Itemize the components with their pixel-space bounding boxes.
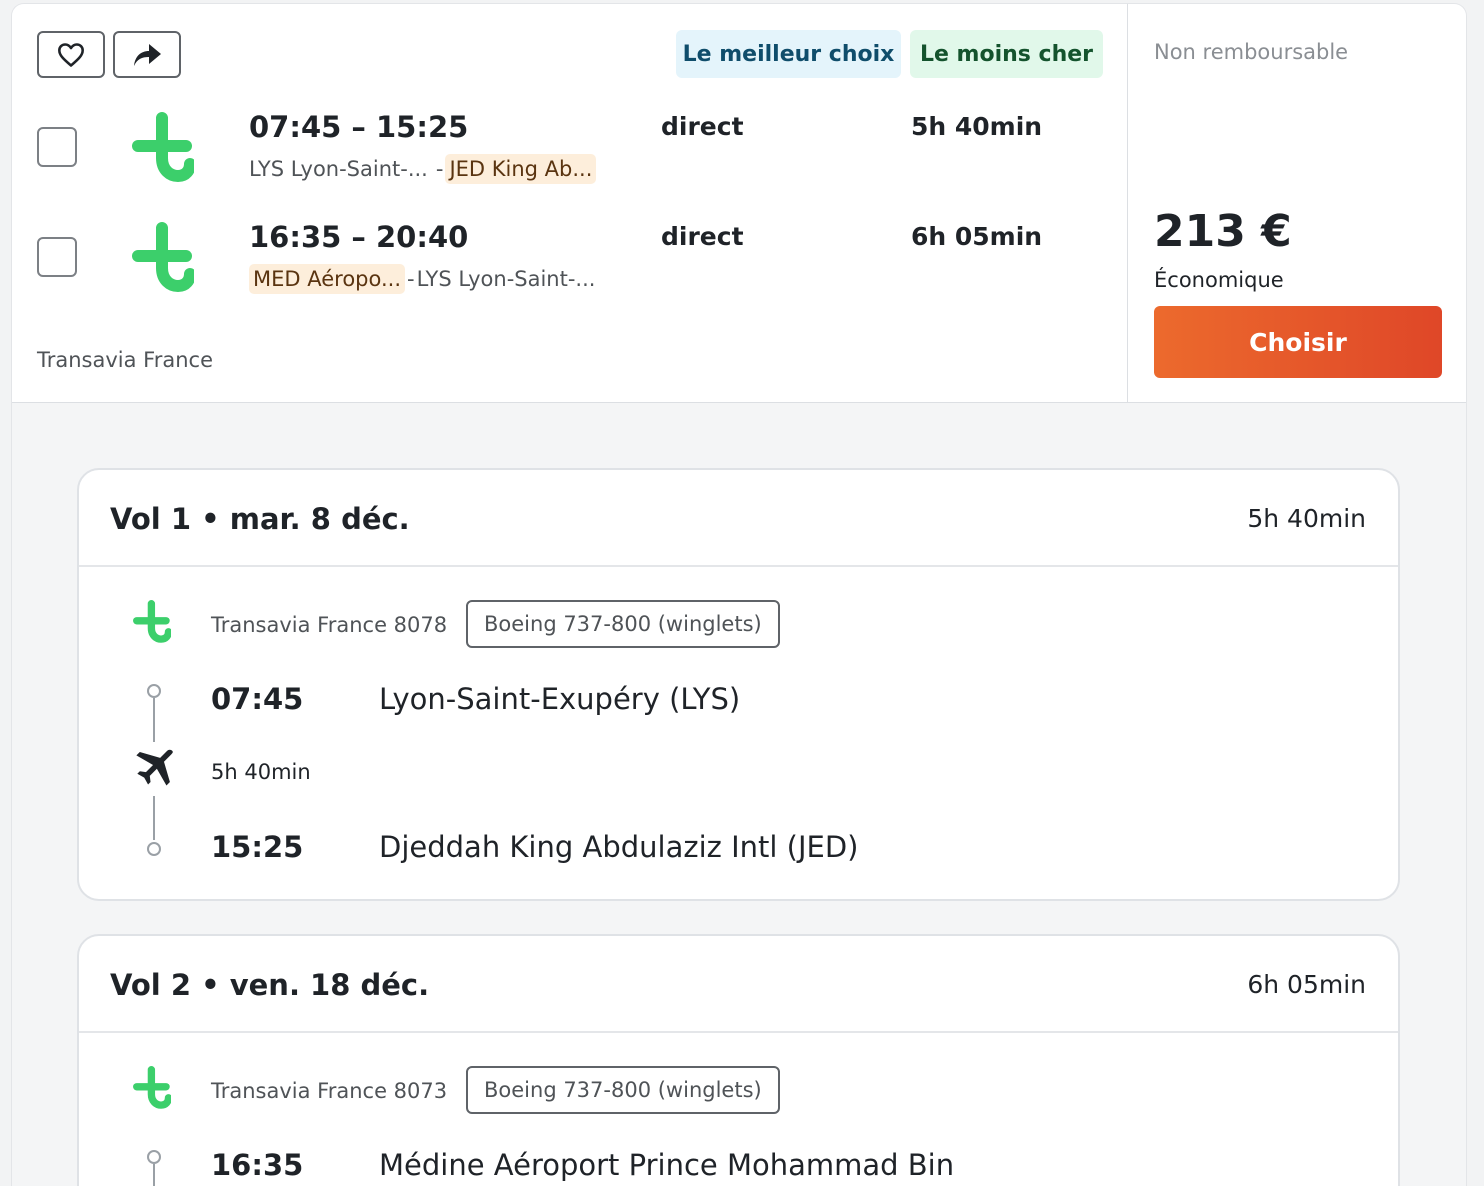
timeline-line xyxy=(153,1164,155,1186)
arrival-airport: Djeddah King Abdulaziz Intl (JED) xyxy=(379,830,859,864)
arrival-time: 15:25 xyxy=(211,830,304,864)
carrier-name: Transavia France xyxy=(37,348,213,372)
flight-detail-header: Vol 2 • ven. 18 déc. 6h 05min xyxy=(79,936,1398,1033)
heart-icon xyxy=(58,42,84,67)
flight-detail-header: Vol 1 • mar. 8 déc. 5h 40min xyxy=(79,470,1398,567)
departure-time: 07:45 xyxy=(211,682,304,716)
share-button[interactable] xyxy=(113,31,181,78)
cheapest-badge: Le moins cher xyxy=(910,30,1103,78)
flight-detail-title: Vol 2 • ven. 18 déc. xyxy=(110,968,430,1002)
leg-1-stops: direct xyxy=(661,112,744,141)
leg-1-route: LYS Lyon-Saint-... - JED King Ab... xyxy=(249,154,597,184)
fare-class: Économique xyxy=(1154,268,1284,292)
departure-dot xyxy=(147,684,161,698)
leg-2-destination: LYS Lyon-Saint-... xyxy=(416,267,596,291)
departure-time: 16:35 xyxy=(211,1148,304,1182)
flight-detail-1: Vol 1 • mar. 8 déc. 5h 40min Transavia F… xyxy=(77,468,1400,901)
timeline-line xyxy=(153,796,155,840)
flight-detail-2: Vol 2 • ven. 18 déc. 6h 05min Transavia … xyxy=(77,934,1400,1186)
departure-airport: Lyon-Saint-Exupéry (LYS) xyxy=(379,682,741,716)
leg-1-checkbox[interactable] xyxy=(37,127,77,167)
transavia-logo-icon xyxy=(132,222,194,293)
airplane-icon xyxy=(136,749,173,786)
leg-2-route: MED Aéropo... - LYS Lyon-Saint-... xyxy=(249,264,595,294)
leg-duration: 5h 40min xyxy=(211,760,311,784)
arrival-dot xyxy=(147,842,161,856)
leg-1-times: 07:45 – 15:25 xyxy=(249,110,469,144)
leg-2-separator: - xyxy=(407,267,415,291)
fare-panel: Non remboursable 213 € Économique Choisi… xyxy=(1127,4,1466,402)
leg-2-duration: 6h 05min xyxy=(911,222,1043,251)
leg-1-duration: 5h 40min xyxy=(911,112,1043,141)
flight-detail-title: Vol 1 • mar. 8 déc. xyxy=(110,502,410,536)
leg-2-origin: MED Aéropo... xyxy=(249,264,406,294)
best-choice-badge: Le meilleur choix xyxy=(676,30,901,78)
aircraft-badge: Boeing 737-800 (winglets) xyxy=(466,600,780,648)
flight-number: Transavia France 8078 xyxy=(211,613,448,637)
timeline-line xyxy=(153,698,155,742)
transavia-logo-icon xyxy=(132,112,194,183)
result-summary: Le meilleur choix Le moins cher 07:45 – … xyxy=(12,4,1466,403)
flight-result-card: Le meilleur choix Le moins cher 07:45 – … xyxy=(12,4,1466,1186)
flight-detail-duration: 5h 40min xyxy=(1247,504,1366,533)
transavia-logo-icon xyxy=(133,1066,171,1109)
aircraft-badge: Boeing 737-800 (winglets) xyxy=(466,1066,780,1114)
leg-2-checkbox[interactable] xyxy=(37,237,77,277)
departure-airport: Médine Aéroport Prince Mohammad Bin xyxy=(379,1148,955,1182)
leg-1-destination: JED King Ab... xyxy=(445,154,597,184)
favorite-button[interactable] xyxy=(37,31,105,78)
leg-1-origin: LYS Lyon-Saint-... xyxy=(249,157,428,181)
refund-policy: Non remboursable xyxy=(1154,40,1349,64)
choose-button[interactable]: Choisir xyxy=(1154,306,1442,378)
share-arrow-icon xyxy=(134,43,161,66)
leg-2-times: 16:35 – 20:40 xyxy=(249,220,469,254)
departure-dot xyxy=(147,1150,161,1164)
flight-detail-duration: 6h 05min xyxy=(1247,970,1366,999)
transavia-logo-icon xyxy=(133,600,171,643)
flight-number: Transavia France 8073 xyxy=(211,1079,448,1103)
leg-1-separator: - xyxy=(435,157,444,181)
price: 213 € xyxy=(1154,206,1292,257)
itinerary-summary: Le meilleur choix Le moins cher 07:45 – … xyxy=(12,4,1127,402)
leg-2-stops: direct xyxy=(661,222,744,251)
